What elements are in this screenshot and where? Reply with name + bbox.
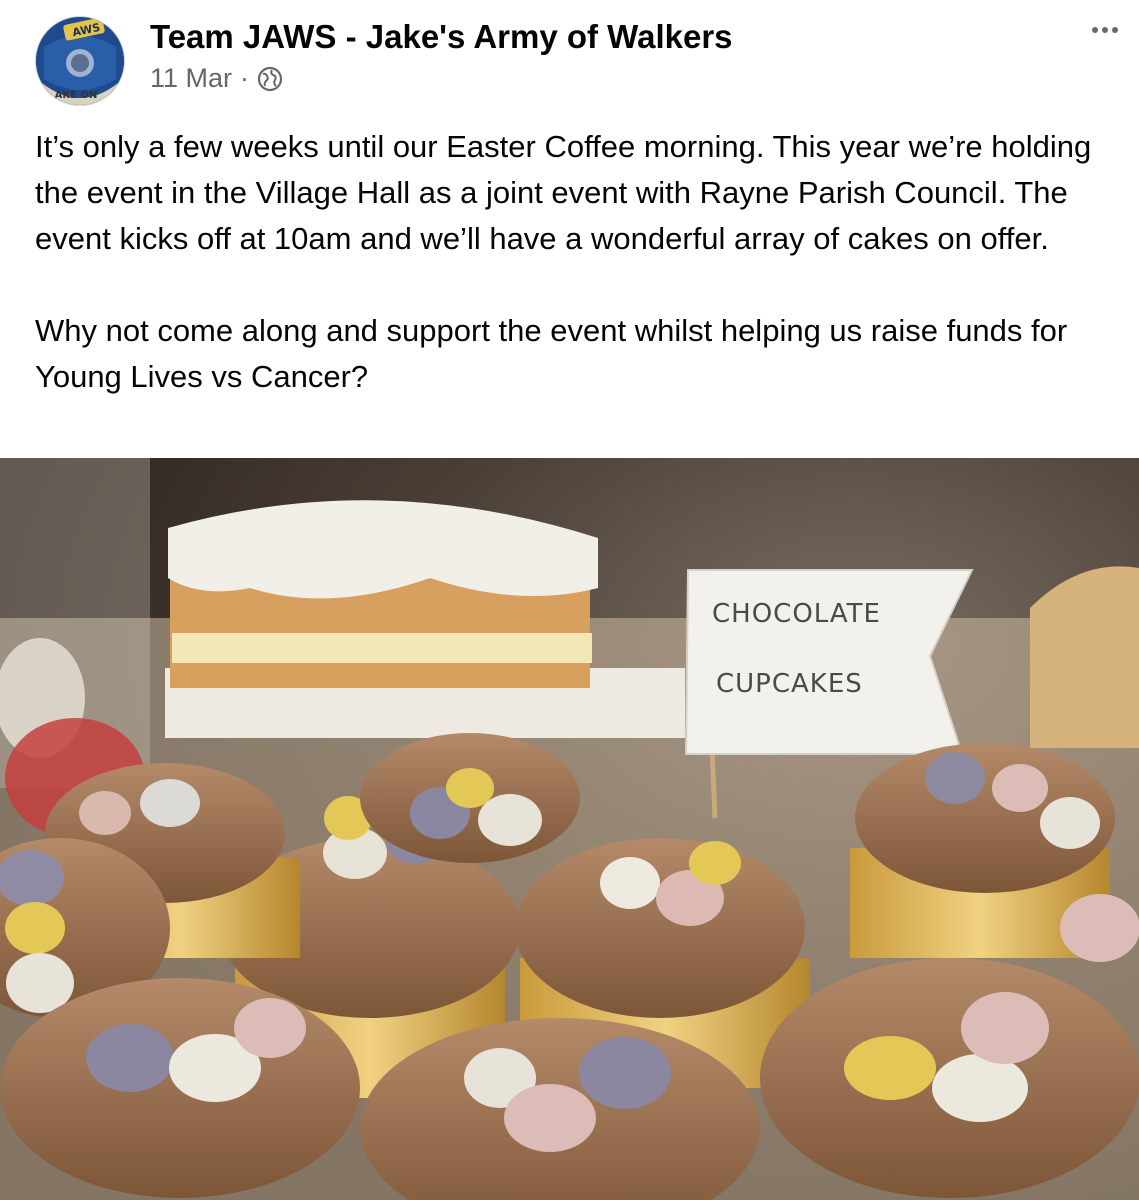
post-date[interactable]: 11 Mar [150,63,232,94]
post-body: It’s only a few weeks until our Easter C… [35,124,1115,400]
post-header: AWS AKE ON Team JAWS - Jake's Army of Wa… [0,0,1139,112]
post-photo[interactable]: CHOCOLATE CUPCAKES [0,458,1139,1200]
more-options-icon[interactable] [1083,18,1127,42]
post-meta: 11 Mar · [150,63,283,94]
page-name-link[interactable]: Team JAWS - Jake's Army of Walkers [150,18,733,56]
cupcake [360,733,580,863]
avatar-bottom-text: AKE ON [55,90,98,101]
post-paragraph: It’s only a few weeks until our Easter C… [35,129,1092,256]
globe-icon[interactable] [257,66,283,92]
cupcake [0,978,360,1198]
cupcakes-photo: CHOCOLATE CUPCAKES [0,458,1139,1200]
meta-separator: · [240,63,250,93]
more-dot [1102,27,1108,33]
avatar-image: AWS AKE ON [36,17,124,105]
flag-line2: CUPCAKES [716,669,863,699]
more-dot [1092,27,1098,33]
more-dot [1112,27,1118,33]
flag-line1: CHOCOLATE [712,599,881,629]
post-paragraph: Why not come along and support the event… [35,313,1068,394]
page-avatar[interactable]: AWS AKE ON [35,16,125,106]
